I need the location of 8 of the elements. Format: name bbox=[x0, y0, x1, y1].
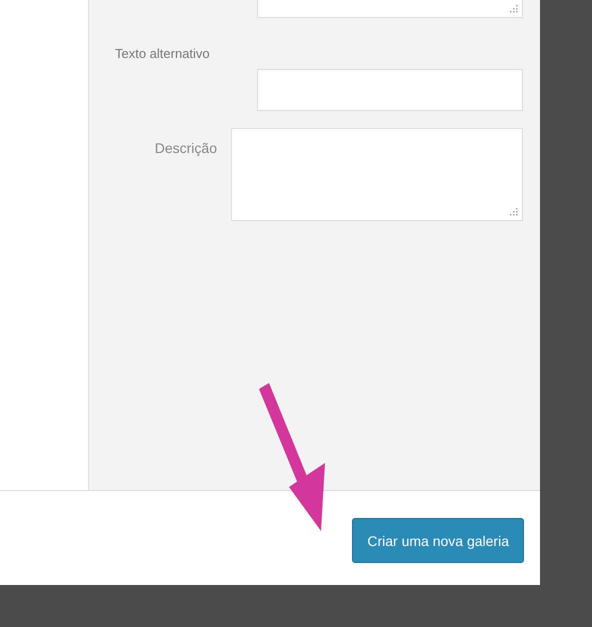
textarea-field[interactable] bbox=[257, 0, 523, 18]
input-field[interactable] bbox=[257, 69, 523, 111]
create-gallery-button[interactable]: Criar uma nova galeria bbox=[352, 518, 524, 563]
field-label: Texto alternativo bbox=[115, 46, 211, 61]
field-label: Descrição bbox=[154, 139, 218, 158]
resize-handle-icon[interactable] bbox=[509, 207, 518, 216]
textarea-field[interactable] bbox=[231, 128, 523, 221]
resize-handle-icon[interactable] bbox=[509, 4, 518, 13]
